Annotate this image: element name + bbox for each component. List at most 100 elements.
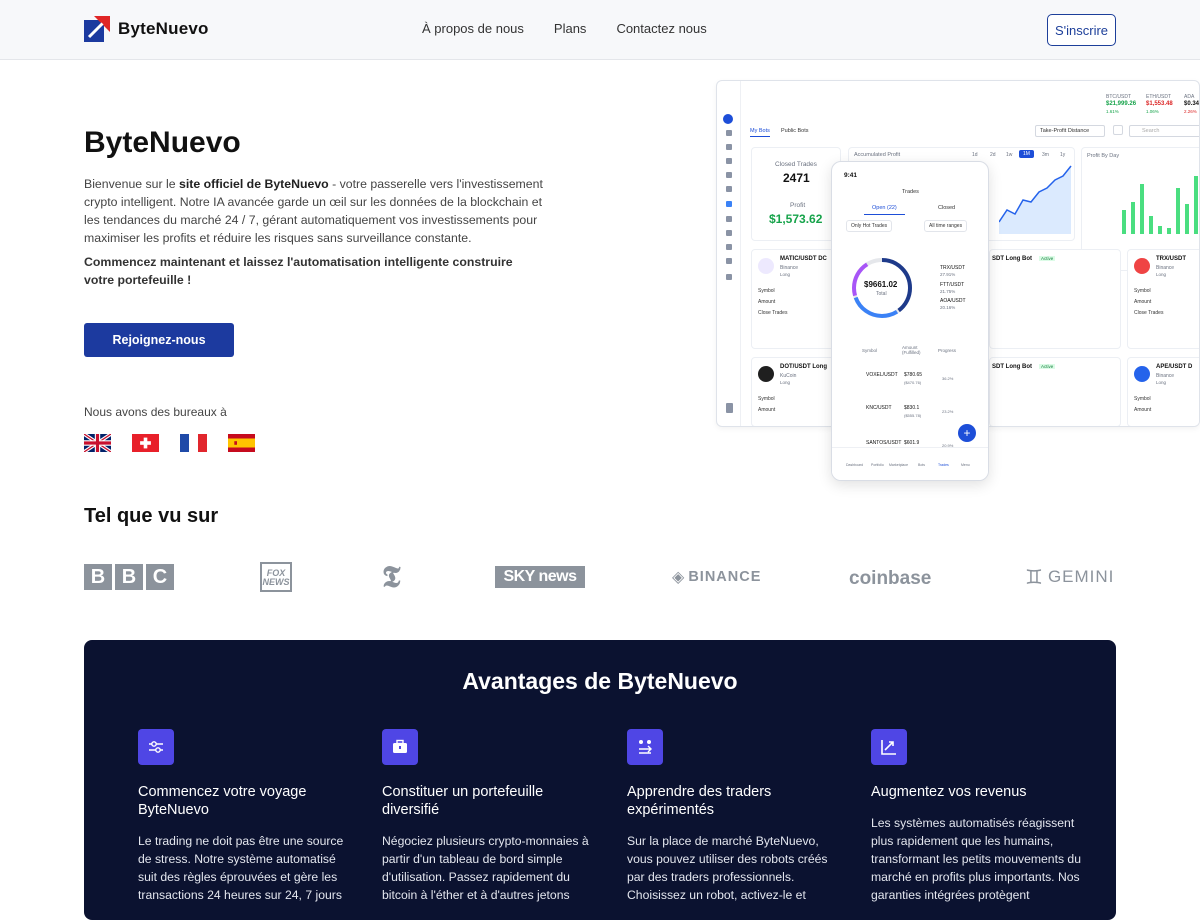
- site-header: ByteNuevo À propos de nous Plans Contact…: [0, 0, 1200, 60]
- phone-tab-closed[interactable]: Closed: [938, 205, 955, 211]
- trade-row-amount: $830.1: [904, 405, 920, 411]
- range-1d[interactable]: 1d: [972, 152, 978, 158]
- ape-icon: [1134, 366, 1150, 382]
- office-flags: [84, 434, 255, 452]
- legend-ftt-pct: 21.75%: [940, 289, 956, 294]
- bot-card-trx[interactable]: TRX/USDT Binance Long Symbol Amount Clos…: [1127, 249, 1199, 349]
- status-badge: Active: [1039, 364, 1056, 369]
- trade-row-amount: $780.65: [904, 372, 923, 378]
- range-3m[interactable]: 3m: [1042, 152, 1049, 158]
- row-amount: Amount: [758, 299, 776, 305]
- profit-by-day-label: Profit By Day: [1087, 153, 1120, 159]
- bot-trx-side: Long: [1156, 272, 1167, 277]
- nav-about[interactable]: À propos de nous: [422, 21, 524, 36]
- bottom-nav-trades[interactable]: Trades: [938, 463, 949, 467]
- legend-trx: TRX/USDT: [940, 265, 965, 271]
- logo[interactable]: ByteNuevo: [84, 16, 209, 42]
- bottom-nav-menu[interactable]: Menu: [961, 463, 970, 467]
- add-trade-icon[interactable]: +: [958, 424, 976, 442]
- nav-icon-active: [726, 201, 732, 207]
- trade-row-symbol[interactable]: KNC/USDT: [866, 405, 892, 411]
- bot-ape-side: Long: [1156, 380, 1167, 385]
- benefit-text: Sur la place de marché ByteNuevo, vous p…: [627, 834, 828, 902]
- bot-card-ape[interactable]: APE/USDT D Binance Long Symbol Amount: [1127, 357, 1199, 426]
- tab-public-bots[interactable]: Public Bots: [781, 128, 809, 134]
- row-amount: Amount: [758, 407, 776, 413]
- bot-trx-exchange: Binance: [1156, 265, 1175, 271]
- ticker-btc-change: 1.61%: [1106, 109, 1119, 114]
- range-1m[interactable]: 1M: [1019, 150, 1034, 158]
- bot-matic-exchange: Binance: [780, 265, 799, 271]
- search-input[interactable]: Search: [1129, 125, 1199, 137]
- benefit-text: Négociez plusieurs crypto-monnaies à par…: [382, 834, 589, 902]
- spain-flag-icon: [228, 434, 255, 452]
- legend-aoa-pct: 20.16%: [940, 305, 956, 310]
- trade-row-symbol[interactable]: SANTOS/USDT: [866, 440, 901, 446]
- profit-value: $1,573.62: [769, 212, 823, 226]
- accum-line-chart: [999, 165, 1072, 234]
- col-symbol[interactable]: Symbol: [862, 348, 877, 353]
- join-button[interactable]: Rejoignez-nous: [84, 323, 234, 357]
- closed-trades-value: 2471: [783, 171, 810, 185]
- ticker-ada-pair: ADA: [1184, 94, 1195, 100]
- trade-row-symbol[interactable]: VOXEL/USDT: [866, 372, 898, 378]
- tab-my-bots[interactable]: My Bots: [750, 128, 770, 137]
- binance-logo: ◈ BINANCE: [672, 569, 762, 586]
- portfolio-total: $9661.02: [864, 280, 898, 289]
- bot-card-mid2[interactable]: SDT Long Bot Active: [989, 357, 1121, 426]
- bot-dot-side: Long: [780, 380, 791, 385]
- uk-flag-icon: [84, 434, 111, 452]
- time-range-select[interactable]: All time ranges: [924, 220, 968, 232]
- refresh-icon[interactable]: [1113, 125, 1123, 135]
- trade-row-sub: ($555.78): [904, 413, 922, 418]
- signup-button[interactable]: S'inscrire: [1047, 14, 1116, 46]
- nav-icon: [726, 216, 732, 222]
- phone-title: Trades: [902, 189, 919, 195]
- bot-mid2-name: SDT Long Bot: [992, 364, 1032, 370]
- france-flag-icon: [180, 434, 207, 452]
- hot-trades-toggle[interactable]: Only Hot Trades: [846, 220, 893, 232]
- hero-callout: Commencez maintenant et laissez l'automa…: [84, 255, 513, 287]
- ticker-ada-change: 2.26%: [1184, 109, 1197, 114]
- sort-select[interactable]: Take-Profit Distance: [1035, 125, 1105, 137]
- legend-aoa: AOA/USDT: [940, 298, 966, 304]
- ticker-btc-price: $21,999.26: [1106, 101, 1137, 107]
- phone-time: 9:41: [844, 172, 858, 179]
- benefit-title: Commencez votre voyage ByteNuevo: [138, 784, 307, 818]
- ticker-btc-pair: BTC/USDT: [1106, 94, 1131, 100]
- hero-intro-a: Bienvenue sur le: [84, 177, 180, 191]
- hero-intro-bold: site officiel de ByteNuevo: [179, 177, 329, 191]
- nav-icon: [726, 130, 732, 136]
- bot-matic-side: Long: [780, 272, 791, 277]
- range-2d[interactable]: 2d: [990, 152, 996, 158]
- col-amount[interactable]: Amount (Fulfilled): [902, 345, 922, 355]
- row-symbol: Symbol: [1134, 288, 1151, 294]
- ticker-ada-price: $0.34: [1184, 101, 1200, 107]
- bot-dot-exchange: KuCoin: [780, 373, 797, 379]
- logo-icon: [84, 16, 110, 42]
- profit-bar-chart: [1122, 176, 1198, 234]
- row-close-trades: Close Trades: [1134, 310, 1164, 316]
- bot-trx-name: TRX/USDT: [1156, 256, 1186, 262]
- sky-news-logo: SKY news: [495, 562, 585, 592]
- nav-contact[interactable]: Contactez nous: [616, 21, 706, 36]
- range-1w[interactable]: 1w: [1006, 152, 1012, 158]
- bottom-nav-portfolio[interactable]: Portfolio: [871, 463, 884, 467]
- range-1y[interactable]: 1y: [1060, 152, 1065, 158]
- nyt-logo: 𝕿: [382, 559, 401, 595]
- bottom-nav-marketplace[interactable]: Marketplace: [889, 463, 908, 467]
- portfolio-total-label: Total: [876, 291, 887, 297]
- bot-card-mid1[interactable]: SDT Long Bot Active: [989, 249, 1121, 349]
- phone-tab-open[interactable]: Open (22): [864, 205, 905, 215]
- bottom-nav-bots[interactable]: Bots: [918, 463, 925, 467]
- main-nav: À propos de nous Plans Contactez nous: [422, 21, 707, 36]
- benefits-title: Avantages de ByteNuevo: [462, 668, 738, 694]
- brand-name: ByteNuevo: [118, 19, 209, 38]
- nav-plans[interactable]: Plans: [554, 21, 587, 36]
- row-symbol: Symbol: [1134, 396, 1151, 402]
- trade-row-progress: 23.2%: [942, 409, 954, 414]
- switzerland-flag-icon: [132, 434, 159, 452]
- col-progress[interactable]: Progress: [938, 348, 956, 353]
- nav-icon: [726, 258, 732, 264]
- bottom-nav-dashboard[interactable]: Dashboard: [846, 463, 863, 467]
